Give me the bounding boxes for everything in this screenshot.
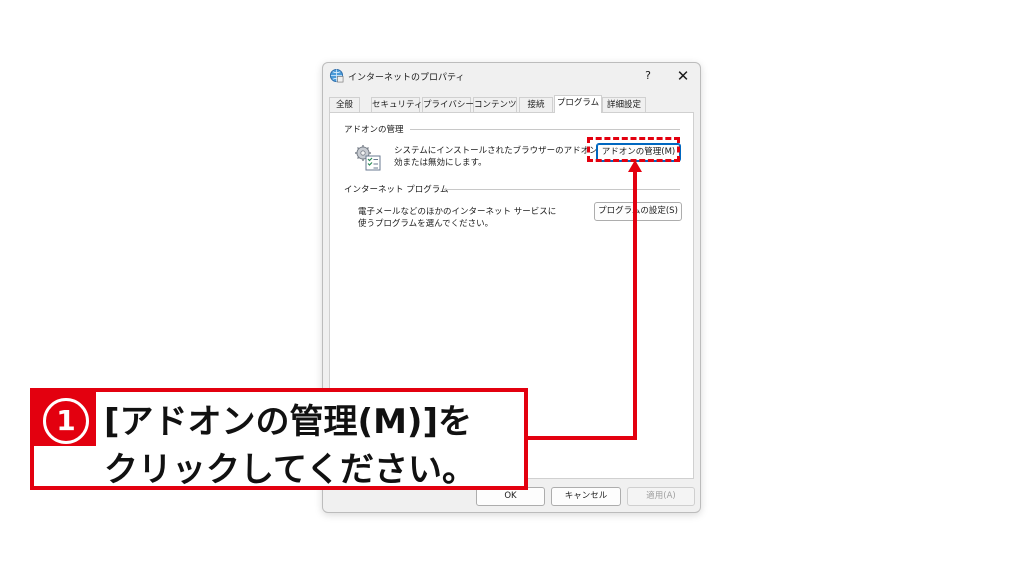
step-number: 1	[43, 398, 89, 444]
close-button[interactable]: ✕	[672, 67, 694, 85]
tab-privacy[interactable]: プライバシー	[422, 97, 474, 112]
pointer-arrow-line-horizontal	[528, 436, 637, 440]
step-badge: 1	[34, 392, 96, 446]
help-button[interactable]: ?	[637, 67, 659, 85]
addons-description-line1: システムにインストールされたブラウザーのアドオンを有	[394, 146, 615, 156]
addons-group-label: アドオンの管理	[344, 123, 404, 135]
internet-globe-icon	[329, 68, 344, 83]
tab-security[interactable]: セキュリティ	[371, 97, 423, 112]
program-settings-button[interactable]: プログラムの設定(S)	[594, 202, 682, 221]
apply-button[interactable]: 適用(A)	[627, 487, 695, 506]
internet-programs-description-line2: 使うプログラムを選んでください。	[358, 219, 494, 229]
instruction-line2: クリックしてください。	[104, 450, 476, 490]
internet-programs-group-label: インターネット プログラム	[344, 183, 449, 195]
internet-programs-divider	[444, 189, 680, 190]
pointer-arrow-line-vertical	[633, 170, 637, 440]
cancel-button[interactable]: キャンセル	[551, 487, 621, 506]
addons-description-line2: 効または無効にします。	[394, 158, 487, 168]
tab-general[interactable]: 全般	[329, 97, 360, 112]
tab-content[interactable]: コンテンツ	[473, 97, 517, 112]
tab-programs[interactable]: プログラム	[554, 95, 602, 113]
internet-programs-description-line1: 電子メールなどのほかのインターネット サービスに	[358, 207, 557, 217]
manage-addons-highlight	[587, 137, 680, 162]
instruction-line1: [アドオンの管理(M)]を	[104, 402, 472, 442]
addons-group-divider	[410, 129, 680, 130]
instruction-callout: 1 [アドオンの管理(M)]を クリックしてください。	[30, 388, 528, 490]
window-title: インターネットのプロパティ	[348, 73, 465, 83]
tab-advanced[interactable]: 詳細設定	[602, 97, 646, 112]
manage-addons-icon	[355, 145, 381, 171]
tab-connections[interactable]: 接続	[519, 97, 553, 112]
title-bar: インターネットのプロパティ ? ✕	[323, 63, 700, 89]
